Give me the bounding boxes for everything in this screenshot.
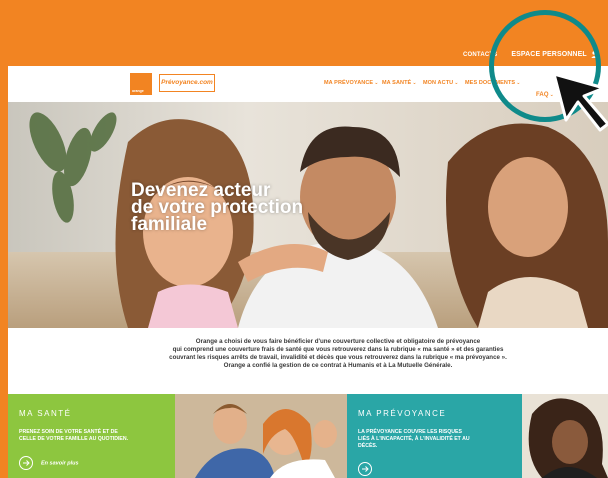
hero-title-line: familiale bbox=[131, 214, 208, 235]
sante-photo-illustration bbox=[175, 394, 347, 478]
chevron-down-icon: ⌄ bbox=[454, 80, 459, 86]
intro-line: Orange a choisi de vous faire bénéficier… bbox=[195, 338, 481, 345]
chevron-down-icon: ⌄ bbox=[412, 80, 417, 86]
nav-label: MA PRÉVOYANCE bbox=[324, 80, 374, 86]
sante-family-photo bbox=[175, 394, 347, 478]
orange-logo-text: orange bbox=[132, 89, 144, 93]
intro-line: qui comprend une couverture frais de san… bbox=[172, 346, 504, 353]
card-subtitle-line: DÉCÈS. bbox=[358, 443, 378, 449]
nav-mon-actu[interactable]: MON ACTU⌄ bbox=[423, 80, 459, 86]
prevoyance-photo bbox=[522, 394, 608, 478]
nav-label: MON ACTU bbox=[423, 80, 454, 86]
nav-ma-sante[interactable]: MA SANTÉ⌄ bbox=[382, 80, 417, 86]
intro-line: couvrant les risques arrêts de travail, … bbox=[169, 354, 507, 361]
arrow-right-icon bbox=[19, 456, 33, 470]
card-title: MA SANTÉ bbox=[19, 409, 72, 418]
card-title: MA PRÉVOYANCE bbox=[358, 409, 447, 418]
en-savoir-plus-link[interactable]: En savoir plus bbox=[19, 456, 79, 470]
card-subtitle: PRENEZ SOIN DE VOTRE SANTÉ ET DE CELLE D… bbox=[19, 429, 169, 443]
card-ma-sante[interactable]: MA SANTÉ PRENEZ SOIN DE VOTRE SANTÉ ET D… bbox=[8, 394, 175, 478]
prevoyance-more-link[interactable] bbox=[358, 462, 380, 476]
card-subtitle-line: PRENEZ SOIN DE VOTRE SANTÉ ET DE bbox=[19, 429, 118, 435]
en-savoir-plus-label: En savoir plus bbox=[41, 460, 79, 467]
hero-title: Devenez acteur de votre protection famil… bbox=[131, 181, 321, 235]
intro-text: Orange a choisi de vous faire bénéficier… bbox=[108, 338, 568, 370]
card-subtitle-line: LIÉS À L'INCAPACITÉ, À L'INVALIDITÉ ET A… bbox=[358, 436, 470, 442]
card-subtitle: LA PRÉVOYANCE COUVRE LES RISQUES LIÉS À … bbox=[358, 429, 508, 450]
arrow-right-icon bbox=[358, 462, 372, 476]
card-subtitle-line: LA PRÉVOYANCE COUVRE LES RISQUES bbox=[358, 429, 462, 435]
card-subtitle-line: CELLE DE VOTRE FAMILLE AU QUOTIDIEN. bbox=[19, 436, 129, 442]
chevron-down-icon: ⌄ bbox=[374, 80, 379, 86]
nav-label: MA SANTÉ bbox=[382, 80, 412, 86]
prevoyance-logo[interactable]: Prévoyance.com bbox=[159, 74, 215, 92]
intro-line: Orange a confié la gestion de ce contrat… bbox=[223, 362, 453, 369]
hero-banner: Devenez acteur de votre protection famil… bbox=[8, 102, 608, 328]
card-ma-prevoyance[interactable]: MA PRÉVOYANCE LA PRÉVOYANCE COUVRE LES R… bbox=[347, 394, 522, 478]
prevoyance-photo-illustration bbox=[522, 394, 608, 478]
nav-ma-prevoyance[interactable]: MA PRÉVOYANCE⌄ bbox=[324, 80, 378, 86]
orange-logo[interactable]: orange bbox=[130, 73, 152, 95]
cursor-arrow-icon bbox=[552, 72, 608, 132]
